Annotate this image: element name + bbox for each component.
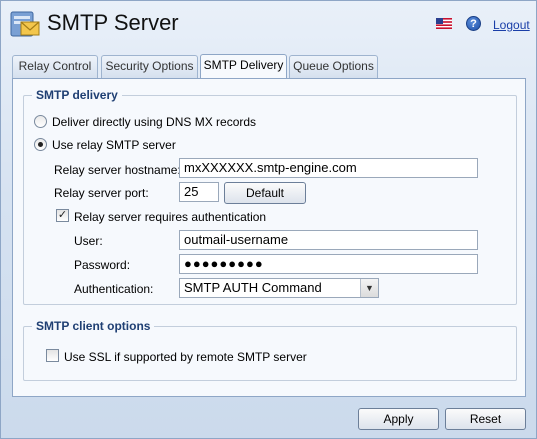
use-relay-radio[interactable] (34, 138, 47, 151)
relay-port-input[interactable]: 25 (179, 182, 219, 202)
tab-relay-control[interactable]: Relay Control (12, 55, 98, 78)
relay-hostname-input[interactable]: mxXXXXXX.smtp-engine.com (179, 158, 478, 178)
smtp-client-options-legend: SMTP client options (36, 319, 151, 333)
auth-required-checkbox[interactable]: ✓ (56, 209, 69, 222)
use-relay-label: Use relay SMTP server (52, 138, 176, 152)
reset-button[interactable]: Reset (445, 408, 526, 430)
apply-button[interactable]: Apply (358, 408, 439, 430)
smtp-server-window: SMTP Server ? Logout Relay Control Secur… (0, 0, 537, 439)
authentication-select[interactable]: SMTP AUTH Command ▼ (179, 278, 379, 298)
tab-security-options[interactable]: Security Options (101, 55, 198, 78)
tab-panel-smtp-delivery: SMTP delivery Deliver directly using DNS… (12, 78, 526, 397)
password-input[interactable]: ●●●●●●●●● (179, 254, 478, 274)
logout-link[interactable]: Logout (493, 18, 530, 32)
chevron-down-icon[interactable]: ▼ (360, 279, 378, 297)
deliver-directly-label: Deliver directly using DNS MX records (52, 115, 257, 129)
use-ssl-label: Use SSL if supported by remote SMTP serv… (64, 350, 307, 364)
us-flag-icon[interactable] (436, 18, 452, 29)
smtp-delivery-legend: SMTP delivery (36, 88, 118, 102)
default-port-button[interactable]: Default (224, 182, 306, 204)
user-label: User: (74, 234, 103, 248)
tab-smtp-delivery[interactable]: SMTP Delivery (200, 54, 287, 79)
auth-required-label: Relay server requires authentication (74, 210, 267, 224)
tab-queue-options[interactable]: Queue Options (289, 55, 378, 78)
page-title: SMTP Server (47, 10, 179, 35)
authentication-selected-value: SMTP AUTH Command (184, 280, 322, 295)
use-ssl-checkbox[interactable] (46, 349, 59, 362)
hostname-label: Relay server hostname: (54, 163, 181, 177)
deliver-directly-radio[interactable] (34, 115, 47, 128)
authentication-label: Authentication: (74, 282, 154, 296)
password-label: Password: (74, 258, 131, 272)
port-label: Relay server port: (54, 186, 149, 200)
header: SMTP Server ? Logout (1, 1, 536, 49)
user-input[interactable]: outmail-username (179, 230, 478, 250)
mail-server-icon (10, 11, 40, 37)
help-icon[interactable]: ? (466, 16, 481, 31)
